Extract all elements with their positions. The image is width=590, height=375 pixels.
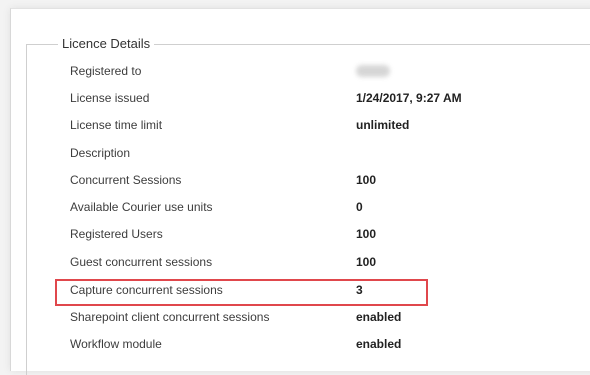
licence-details-legend: Licence Details (58, 36, 155, 51)
detail-row-guest-concurrent-sessions: Guest concurrent sessions 100 (70, 253, 570, 271)
detail-row-license-time-limit: License time limit unlimited (70, 116, 570, 134)
detail-value: unlimited (356, 118, 410, 132)
detail-row-available-courier-use-units: Available Courier use units 0 (70, 198, 570, 216)
highlight-box (55, 279, 428, 306)
detail-value: 100 (356, 173, 377, 187)
detail-row-description: Description (70, 144, 570, 162)
detail-label: Guest concurrent sessions (70, 255, 213, 269)
detail-value: 100 (356, 255, 377, 269)
detail-value: 1/24/2017, 9:27 AM (356, 91, 462, 105)
detail-label: Sharepoint client concurrent sessions (70, 310, 270, 324)
detail-row-sharepoint-client-concurrent-sessions: Sharepoint client concurrent sessions en… (70, 308, 570, 326)
redacted-value (356, 65, 390, 77)
detail-value: 0 (356, 200, 363, 214)
detail-value: enabled (356, 337, 402, 351)
detail-row-registered-to: Registered to (70, 62, 570, 80)
detail-label: License issued (70, 91, 150, 105)
detail-row-concurrent-sessions: Concurrent Sessions 100 (70, 171, 570, 189)
detail-row-workflow-module: Workflow module enabled (70, 335, 570, 353)
detail-row-registered-users: Registered Users 100 (70, 225, 570, 243)
detail-label: Workflow module (70, 337, 162, 351)
detail-label: License time limit (70, 118, 163, 132)
detail-value: 100 (356, 227, 377, 241)
detail-label: Description (70, 146, 131, 160)
detail-label: Registered to (70, 64, 142, 78)
detail-label: Available Courier use units (70, 200, 213, 214)
detail-value: enabled (356, 310, 402, 324)
detail-row-license-issued: License issued 1/24/2017, 9:27 AM (70, 89, 570, 107)
detail-label: Concurrent Sessions (70, 173, 182, 187)
detail-label: Registered Users (70, 227, 163, 241)
